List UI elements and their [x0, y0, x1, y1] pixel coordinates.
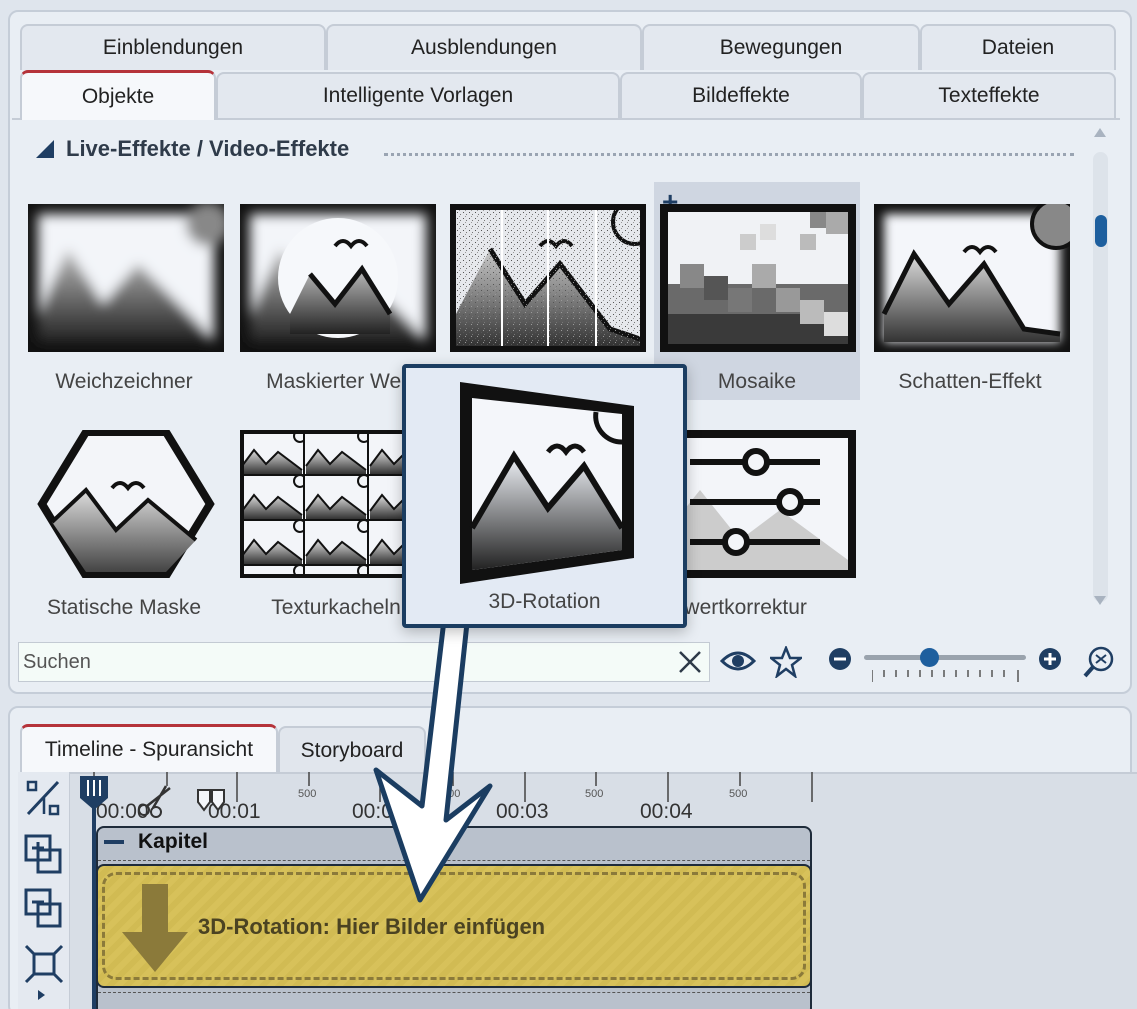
- scroll-up-arrow-icon[interactable]: [1094, 128, 1106, 137]
- effect-weichzeichner[interactable]: Weichzeichner: [24, 184, 224, 399]
- ruler-sublabel: 500: [729, 788, 748, 800]
- zoom-in-icon[interactable]: [1038, 647, 1062, 671]
- effect-label: Schatten-Effekt: [898, 370, 1042, 393]
- zoom-out-icon[interactable]: [828, 647, 852, 671]
- drag-preview-3d-rotation: 3D-Rotation: [402, 364, 687, 628]
- tab-bewegungen[interactable]: Bewegungen: [642, 24, 920, 70]
- tab-timeline-spuransicht[interactable]: Timeline - Spuransicht: [20, 724, 278, 772]
- favorite-star-icon[interactable]: [770, 646, 802, 678]
- playhead-handle-icon[interactable]: [78, 774, 110, 812]
- scissors-icon[interactable]: [136, 784, 174, 818]
- ruler-label: 00:04: [640, 800, 693, 823]
- static-mask-thumbnail-icon: [37, 430, 215, 578]
- effect-schatten[interactable]: Schatten-Effekt: [870, 184, 1070, 399]
- tab-objekte[interactable]: Objekte: [20, 70, 216, 120]
- fit-to-view-icon[interactable]: [24, 944, 64, 984]
- tab-einblendungen[interactable]: Einblendungen: [20, 24, 326, 70]
- section-divider: [384, 153, 1074, 156]
- tonal-correction-thumbnail-icon: [660, 430, 856, 578]
- zoom-ticks: [872, 670, 1019, 682]
- remove-track-icon[interactable]: [24, 888, 64, 928]
- tab-texteffekte[interactable]: Texteffekte: [862, 72, 1116, 118]
- zoom-slider-track[interactable]: [864, 655, 1026, 660]
- noise-thumbnail-icon: [450, 204, 646, 352]
- zoom-slider-knob[interactable]: [920, 648, 939, 667]
- scroll-down-arrow-icon[interactable]: [1094, 596, 1106, 605]
- scrollbar-thumb[interactable]: [1095, 215, 1107, 247]
- timeline-tools: [18, 772, 70, 1009]
- chapter-title: Kapitel: [138, 830, 209, 853]
- blur-thumbnail-icon: [28, 204, 224, 352]
- mosaic-thumbnail-icon: [660, 204, 856, 352]
- drop-zone-text: 3D-Rotation: Hier Bilder einfügen: [198, 914, 546, 939]
- ruler-sublabel: 500: [298, 788, 317, 800]
- down-arrow-icon: [122, 884, 188, 972]
- drag-arrow-icon: [373, 620, 493, 903]
- effect-label: Statische Maske: [46, 596, 202, 619]
- add-track-icon[interactable]: [24, 834, 64, 874]
- 3d-rotation-thumbnail-icon: [460, 382, 634, 584]
- marker-icon[interactable]: [196, 788, 226, 814]
- collapse-triangle-icon[interactable]: [36, 140, 54, 158]
- search-input[interactable]: [23, 643, 663, 681]
- section-header[interactable]: Live-Effekte / Video-Effekte: [36, 136, 349, 162]
- playhead-line[interactable]: [92, 778, 96, 1009]
- tab-intelligente-vorlagen[interactable]: Intelligente Vorlagen: [216, 72, 620, 118]
- section-title: Live-Effekte / Video-Effekte: [66, 136, 350, 161]
- effect-statische-maske[interactable]: Statische Maske: [24, 410, 224, 625]
- tab-ausblendungen[interactable]: Ausblendungen: [326, 24, 642, 70]
- chapter-divider: [98, 992, 810, 993]
- tab-dateien[interactable]: Dateien: [920, 24, 1116, 70]
- clear-search-icon[interactable]: [677, 649, 703, 675]
- snap-percent-icon[interactable]: [26, 780, 60, 816]
- collapse-minus-icon[interactable]: [104, 840, 124, 844]
- ruler-sublabel: 500: [585, 788, 604, 800]
- masked-blur-thumbnail-icon: [240, 204, 436, 352]
- shadow-thumbnail-icon: [874, 204, 1070, 352]
- app-window: Einblendungen Ausblendungen Bewegungen D…: [0, 0, 1137, 1009]
- effect-label: Weichzeichner: [55, 370, 193, 393]
- zoom-fit-icon[interactable]: [1082, 645, 1116, 679]
- expand-arrow-icon[interactable]: [38, 990, 45, 1000]
- popup-label: 3D-Rotation: [488, 590, 601, 613]
- eye-icon[interactable]: [720, 648, 756, 674]
- tab-bildeffekte[interactable]: Bildeffekte: [620, 72, 862, 118]
